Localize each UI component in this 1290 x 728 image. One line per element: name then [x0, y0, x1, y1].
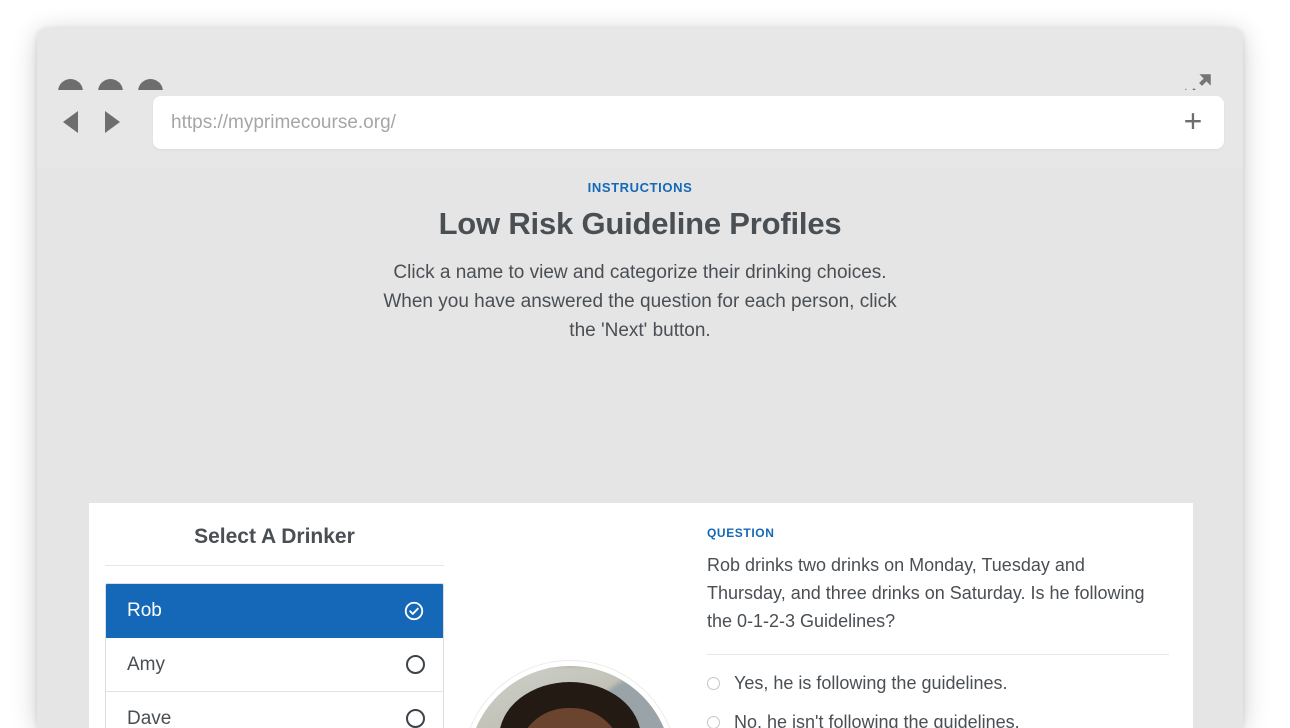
content-card: Select A Drinker Rob Amy [89, 503, 1193, 728]
instructions-eyebrow: INSTRUCTIONS [37, 180, 1243, 195]
drinker-name: Rob [127, 600, 162, 622]
answer-option-no[interactable]: No, he isn't following the guidelines. [707, 712, 1169, 728]
portrait-area [460, 503, 703, 728]
question-eyebrow: QUESTION [707, 526, 1169, 540]
browser-nav-row: https://myprimecourse.org/ + [37, 90, 1243, 168]
drinker-name: Dave [127, 708, 171, 728]
drinker-row-dave[interactable]: Dave [106, 692, 443, 728]
new-tab-plus-icon[interactable]: + [1162, 105, 1224, 141]
drinker-name: Amy [127, 654, 165, 676]
answer-label: No, he isn't following the guidelines. [734, 712, 1020, 728]
answer-label: Yes, he is following the guidelines. [734, 673, 1008, 694]
forward-arrow-icon[interactable] [105, 111, 120, 133]
browser-window: https://myprimecourse.org/ + INSTRUCTION… [37, 28, 1243, 728]
instructions-body: Click a name to view and categorize thei… [370, 258, 910, 345]
drinker-row-amy[interactable]: Amy [106, 638, 443, 692]
browser-title-bar [37, 28, 1243, 90]
back-arrow-icon[interactable] [63, 111, 78, 133]
empty-circle-icon [406, 709, 425, 728]
drinker-panel-heading: Select A Drinker [105, 525, 444, 566]
drinker-selector-panel: Select A Drinker Rob Amy [89, 503, 460, 728]
page-title: Low Risk Guideline Profiles [37, 206, 1243, 242]
url-bar[interactable]: https://myprimecourse.org/ + [153, 96, 1224, 149]
answers-divider [707, 654, 1169, 655]
avatar [463, 661, 677, 728]
check-circle-icon [403, 600, 425, 622]
instructions-block: INSTRUCTIONS Low Risk Guideline Profiles… [37, 168, 1243, 345]
radio-icon[interactable] [707, 677, 720, 690]
radio-icon[interactable] [707, 716, 720, 728]
page-viewport: INSTRUCTIONS Low Risk Guideline Profiles… [37, 168, 1243, 728]
answer-option-yes[interactable]: Yes, he is following the guidelines. [707, 673, 1169, 694]
question-panel: QUESTION Rob drinks two drinks on Monday… [703, 503, 1193, 728]
drinker-row-rob[interactable]: Rob [106, 584, 443, 638]
empty-circle-icon [406, 655, 425, 674]
url-input[interactable]: https://myprimecourse.org/ [153, 112, 1162, 134]
drinker-list: Rob Amy Dave [105, 583, 444, 728]
question-text: Rob drinks two drinks on Monday, Tuesday… [707, 551, 1159, 635]
